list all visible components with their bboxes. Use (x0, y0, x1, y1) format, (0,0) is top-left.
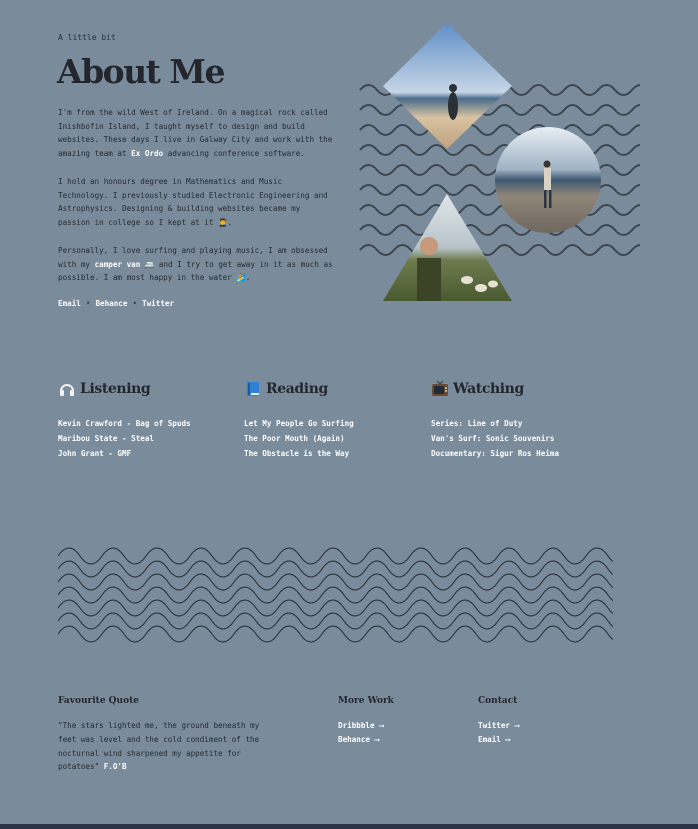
wave-line (359, 204, 640, 216)
bio-paragraph-3: Personally, I love surfing and playing m… (58, 244, 333, 285)
wave-line (359, 224, 640, 236)
camper-van-link[interactable]: camper van (95, 260, 141, 269)
wave-divider (58, 547, 613, 643)
contact-links: Twitter ⟶ Email ⟶ (478, 719, 519, 747)
wave-line (359, 104, 640, 116)
more-work-links: Dribbble ⟶ Behance ⟶ (338, 719, 384, 747)
listening-list: Kevin Crawford - Bag of Spuds Maribou St… (58, 416, 238, 461)
behance-footer-link[interactable]: Behance ⟶ (338, 733, 384, 747)
wave-line (359, 144, 640, 156)
quote-body: "The stars lighted me, the ground beneat… (58, 721, 260, 772)
television-icon (432, 380, 448, 396)
bio-paragraph-2: I hold an honours degree in Mathematics … (58, 177, 328, 227)
reading-heading: Reading (244, 380, 424, 398)
twitter-footer-link[interactable]: Twitter ⟶ (478, 719, 519, 733)
bio-p1-text-b: advancing conference software. (163, 148, 305, 158)
watching-title: Watching (453, 381, 524, 397)
watching-list: Series: Line of Duty Van's Surf: Sonic S… (431, 416, 611, 461)
reading-title: Reading (266, 381, 328, 397)
list-item: Let My People Go Surfing (244, 419, 354, 428)
wave-line (359, 124, 640, 136)
sheep-field-photo (383, 194, 512, 301)
watching-heading: Watching (431, 380, 611, 398)
van-emoji-icon: 🚐 (140, 259, 155, 269)
page-title: About Me (57, 52, 225, 91)
hero-photo-collage (359, 23, 640, 301)
dribbble-link[interactable]: Dribbble ⟶ (338, 719, 384, 733)
ex-ordo-link[interactable]: Ex Ordo (131, 149, 163, 158)
rocky-shore-photo (495, 127, 601, 233)
list-item: Van's Surf: Sonic Souvenirs (431, 434, 555, 443)
watching-column: Watching Series: Line of Duty Van's Surf… (431, 380, 611, 461)
listening-title: Listening (80, 381, 151, 397)
intro-kicker: A little bit (58, 33, 116, 42)
list-item: The Obstacle is the Way (244, 449, 350, 458)
listening-column: Listening Kevin Crawford - Bag of Spuds … (58, 380, 238, 461)
email-footer-link[interactable]: Email ⟶ (478, 733, 519, 747)
headphones-icon (60, 384, 74, 396)
listening-heading: Listening (58, 380, 238, 398)
book-icon (247, 382, 259, 396)
twitter-link[interactable]: Twitter (142, 299, 174, 308)
list-item: Documentary: Sigur Ros Heima (431, 449, 560, 458)
bio-paragraph-1: I'm from the wild West of Ireland. On a … (58, 106, 333, 160)
list-item: Kevin Crawford - Bag of Spuds (58, 419, 191, 428)
social-links: Email • Behance • Twitter (58, 299, 174, 308)
beach-photo (383, 23, 512, 149)
reading-column: Reading Let My People Go Surfing The Poo… (244, 380, 424, 461)
quote-author: F.O'B (103, 762, 127, 772)
list-item: Maribou State - Steal (58, 434, 155, 443)
list-item: The Poor Mouth (Again) (244, 434, 345, 443)
list-item: Series: Line of Duty (431, 419, 523, 428)
reading-list: Let My People Go Surfing The Poor Mouth … (244, 416, 424, 461)
more-work-heading: More Work (338, 696, 394, 706)
favourite-quote: "The stars lighted me, the ground beneat… (58, 719, 273, 774)
bottom-bar (0, 824, 698, 829)
behance-link[interactable]: Behance (95, 299, 127, 308)
contact-heading: Contact (478, 696, 518, 706)
separator-dot: • (85, 299, 91, 308)
favourite-quote-heading: Favourite Quote (58, 696, 139, 706)
wave-line (359, 244, 640, 256)
email-link[interactable]: Email (58, 299, 81, 308)
list-item: John Grant - GMF (58, 449, 132, 458)
separator-dot: • (132, 299, 138, 308)
